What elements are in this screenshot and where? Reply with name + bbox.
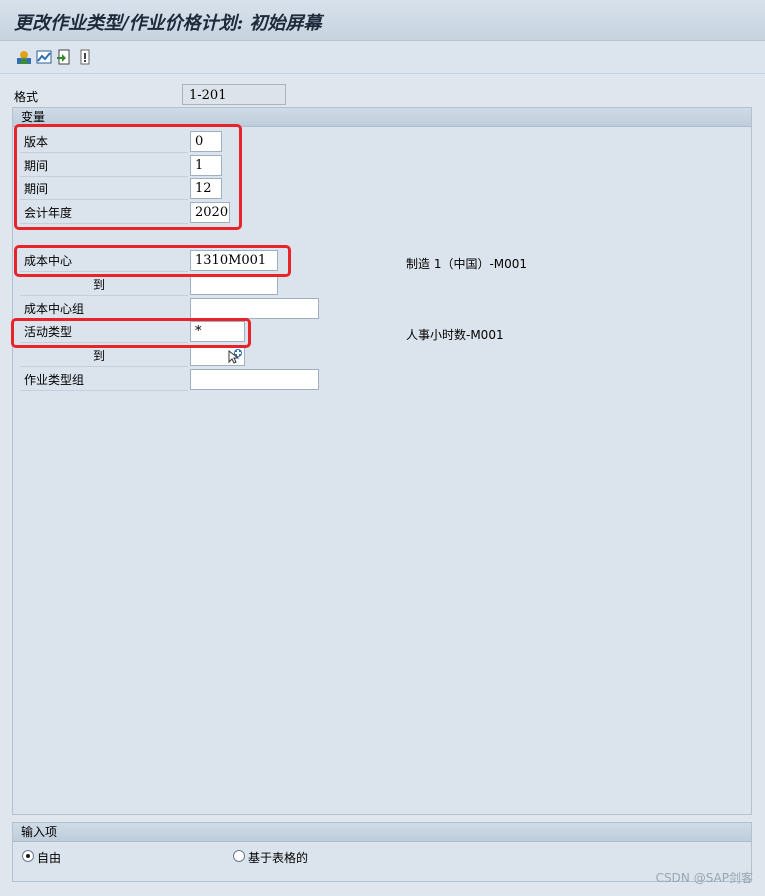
layout-label: 格式 <box>14 90 39 104</box>
graphic-icon[interactable] <box>36 49 52 65</box>
entry-group: 输入项 <box>12 822 752 882</box>
application-toolbar <box>0 41 765 74</box>
highlight-version-period-box <box>14 124 242 230</box>
overview-screen-icon[interactable] <box>16 49 32 65</box>
activity-type-to-label: 到 <box>20 345 188 367</box>
form-based-entry-label: 基于表格的 <box>248 851 309 865</box>
highlight-cost-center-box <box>14 245 291 277</box>
cost-center-to-input[interactable] <box>190 274 278 295</box>
activity-type-group-input[interactable] <box>190 369 319 390</box>
free-entry-radio[interactable] <box>22 850 34 862</box>
cost-center-description: 制造 1（中国）-M001 <box>406 257 528 271</box>
value-help-icon[interactable] <box>227 348 243 364</box>
activity-type-group-label: 作业类型组 <box>20 369 188 391</box>
cost-center-to-label: 到 <box>20 274 188 296</box>
cost-center-group-label: 成本中心组 <box>20 298 188 320</box>
page-title: 更改作业类型/作业价格计划: 初始屏幕 <box>14 13 322 34</box>
cost-center-group-input[interactable] <box>190 298 319 319</box>
info-icon[interactable] <box>78 49 94 65</box>
document-icon[interactable] <box>56 49 72 65</box>
entry-header: 输入项 <box>13 823 751 842</box>
free-entry-label: 自由 <box>37 851 62 865</box>
highlight-activity-type-box <box>11 318 251 348</box>
title-bar: 更改作业类型/作业价格计划: 初始屏幕 <box>0 0 765 41</box>
watermark: CSDN @SAP剑客 <box>655 871 753 885</box>
activity-type-description: 人事小时数-M001 <box>406 328 504 342</box>
layout-field: 1-201 <box>182 84 286 105</box>
form-based-entry-radio[interactable] <box>233 850 245 862</box>
